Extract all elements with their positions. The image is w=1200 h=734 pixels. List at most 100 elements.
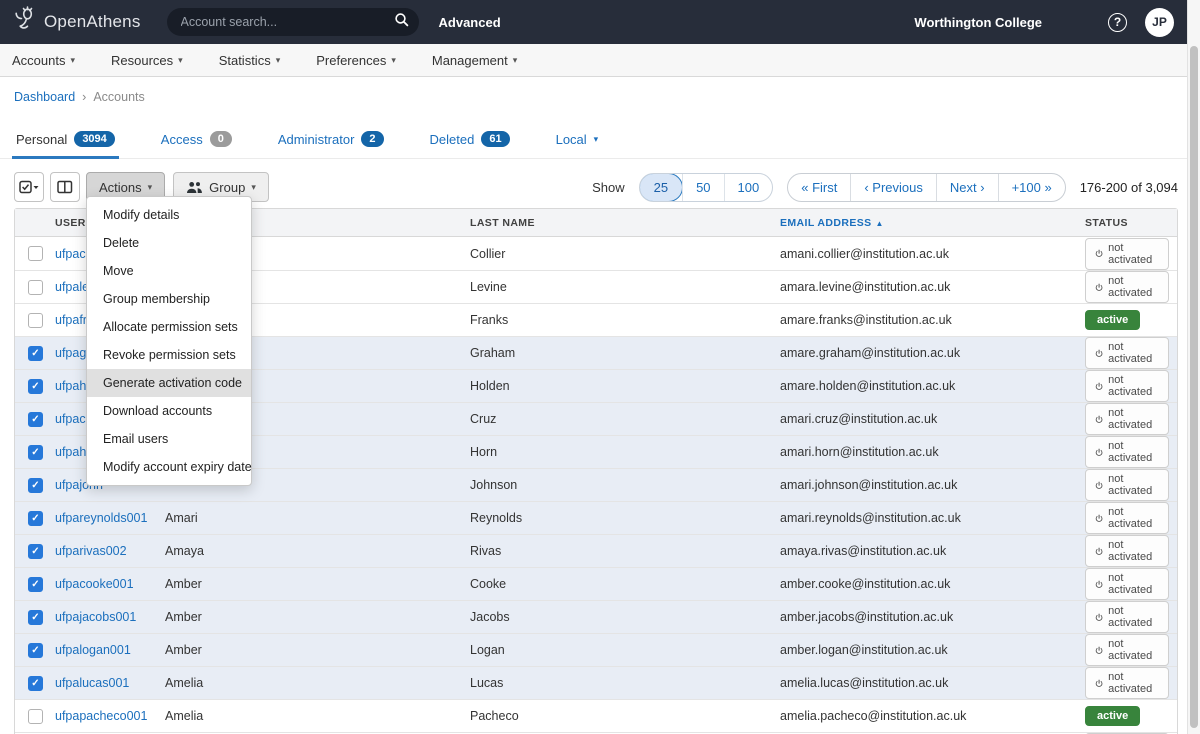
page-size-50[interactable]: 50: [682, 174, 723, 201]
username-link[interactable]: ufpareynolds001: [55, 511, 165, 525]
vertical-scrollbar[interactable]: [1187, 0, 1200, 734]
username-link[interactable]: ufpapacheco001: [55, 709, 165, 723]
email-cell: amber.logan@institution.ac.uk: [780, 643, 1085, 657]
actions-menu-item[interactable]: Modify account expiry date: [87, 453, 251, 481]
user-avatar[interactable]: JP: [1145, 8, 1174, 37]
status-badge: active: [1085, 310, 1140, 330]
page-size-100[interactable]: 100: [724, 174, 773, 201]
nav-accounts[interactable]: Accounts▾: [12, 53, 75, 68]
row-checkbox-cell: [15, 246, 55, 261]
power-icon: [1095, 645, 1103, 656]
help-icon[interactable]: [1108, 13, 1127, 32]
username-link[interactable]: ufpajacobs001: [55, 610, 165, 624]
main-nav: Accounts▾ Resources▾ Statistics▾ Prefere…: [0, 44, 1200, 77]
status-cell: not activated: [1085, 271, 1177, 303]
status-badge: not activated: [1085, 601, 1169, 633]
header-email-address[interactable]: EMAIL ADDRESS▲: [780, 217, 1085, 229]
tab-administrator[interactable]: Administrator 2: [274, 125, 388, 159]
plus-100-button[interactable]: +100 »: [998, 174, 1065, 201]
tab-administrator-count: 2: [361, 131, 383, 147]
actions-menu-item[interactable]: Allocate permission sets: [87, 313, 251, 341]
nav-resources[interactable]: Resources▾: [111, 53, 183, 68]
breadcrumb-current: Accounts: [93, 90, 144, 104]
row-checkbox[interactable]: [28, 412, 43, 427]
actions-menu-item[interactable]: Generate activation code: [87, 369, 251, 397]
nav-management[interactable]: Management▾: [432, 53, 517, 68]
row-checkbox[interactable]: [28, 511, 43, 526]
nav-preferences[interactable]: Preferences▾: [316, 53, 396, 68]
tab-local[interactable]: Local ▾: [552, 126, 603, 159]
last-name-cell: Levine: [470, 280, 780, 294]
status-cell: not activated: [1085, 667, 1177, 699]
table-row: ufparivas002 Amaya Rivas amaya.rivas@ins…: [15, 534, 1177, 567]
row-checkbox[interactable]: [28, 379, 43, 394]
actions-menu-item[interactable]: Delete: [87, 229, 251, 257]
row-checkbox[interactable]: [28, 577, 43, 592]
nav-statistics[interactable]: Statistics▾: [219, 53, 281, 68]
search-icon[interactable]: [394, 12, 409, 32]
actions-menu-item[interactable]: Group membership: [87, 285, 251, 313]
header-last-name[interactable]: LAST NAME: [470, 217, 780, 229]
email-cell: amaya.rivas@institution.ac.uk: [780, 544, 1085, 558]
tab-deleted-count: 61: [481, 131, 509, 147]
row-checkbox[interactable]: [28, 709, 43, 724]
email-cell: amari.reynolds@institution.ac.uk: [780, 511, 1085, 525]
chevron-down-icon: ▾: [276, 55, 281, 66]
status-badge: not activated: [1085, 337, 1169, 369]
row-checkbox[interactable]: [28, 610, 43, 625]
advanced-search-link[interactable]: Advanced: [439, 15, 501, 30]
status-cell: not activated: [1085, 469, 1177, 501]
actions-menu-item[interactable]: Modify details: [87, 201, 251, 229]
breadcrumb-dashboard[interactable]: Dashboard: [14, 90, 75, 104]
header-status[interactable]: STATUS: [1085, 217, 1177, 229]
power-icon: [1095, 447, 1103, 458]
actions-menu-item[interactable]: Email users: [87, 425, 251, 453]
status-cell: not activated: [1085, 535, 1177, 567]
row-checkbox-cell: [15, 346, 55, 361]
actions-menu-item[interactable]: Move: [87, 257, 251, 285]
row-checkbox[interactable]: [28, 478, 43, 493]
checkbox-caret-icon: [19, 180, 40, 195]
columns-icon: [57, 180, 73, 194]
first-page-button[interactable]: « First: [788, 174, 850, 201]
columns-button[interactable]: [50, 172, 80, 202]
page-size-25[interactable]: 25: [639, 173, 683, 202]
username-link[interactable]: ufparivas002: [55, 544, 165, 558]
table-row: ufpalogan001 Amber Logan amber.logan@ins…: [15, 633, 1177, 666]
username-link[interactable]: ufpacooke001: [55, 577, 165, 591]
account-search[interactable]: [167, 8, 419, 36]
account-search-input[interactable]: [181, 15, 394, 29]
power-icon: [1095, 612, 1103, 623]
power-icon: [1095, 348, 1103, 359]
username-link[interactable]: ufpalogan001: [55, 643, 165, 657]
actions-menu-item[interactable]: Revoke permission sets: [87, 341, 251, 369]
row-checkbox[interactable]: [28, 246, 43, 261]
row-checkbox[interactable]: [28, 544, 43, 559]
tab-access[interactable]: Access 0: [157, 125, 236, 159]
username-link[interactable]: ufpalucas001: [55, 676, 165, 690]
status-badge: not activated: [1085, 436, 1169, 468]
first-name-cell: Amber: [165, 577, 470, 591]
row-checkbox[interactable]: [28, 313, 43, 328]
previous-page-button[interactable]: ‹ Previous: [850, 174, 936, 201]
tab-personal[interactable]: Personal 3094: [12, 125, 119, 159]
row-checkbox[interactable]: [28, 676, 43, 691]
actions-menu-item[interactable]: Download accounts: [87, 397, 251, 425]
table-row: ufpacooke001 Amber Cooke amber.cooke@ins…: [15, 567, 1177, 600]
email-cell: amelia.lucas@institution.ac.uk: [780, 676, 1085, 690]
email-cell: amber.jacobs@institution.ac.uk: [780, 610, 1085, 624]
select-rows-button[interactable]: [14, 172, 44, 202]
tab-access-count: 0: [210, 131, 232, 147]
chevron-down-icon: ▾: [178, 55, 183, 66]
row-checkbox-cell: [15, 676, 55, 691]
next-page-button[interactable]: Next ›: [936, 174, 998, 201]
status-badge: active: [1085, 706, 1140, 726]
row-checkbox[interactable]: [28, 280, 43, 295]
row-checkbox[interactable]: [28, 445, 43, 460]
table-row: ufpareynolds001 Amari Reynolds amari.rey…: [15, 501, 1177, 534]
scrollbar-thumb[interactable]: [1190, 46, 1198, 728]
row-checkbox[interactable]: [28, 643, 43, 658]
row-checkbox[interactable]: [28, 346, 43, 361]
status-cell: not activated: [1085, 337, 1177, 369]
tab-deleted[interactable]: Deleted 61: [426, 125, 514, 159]
